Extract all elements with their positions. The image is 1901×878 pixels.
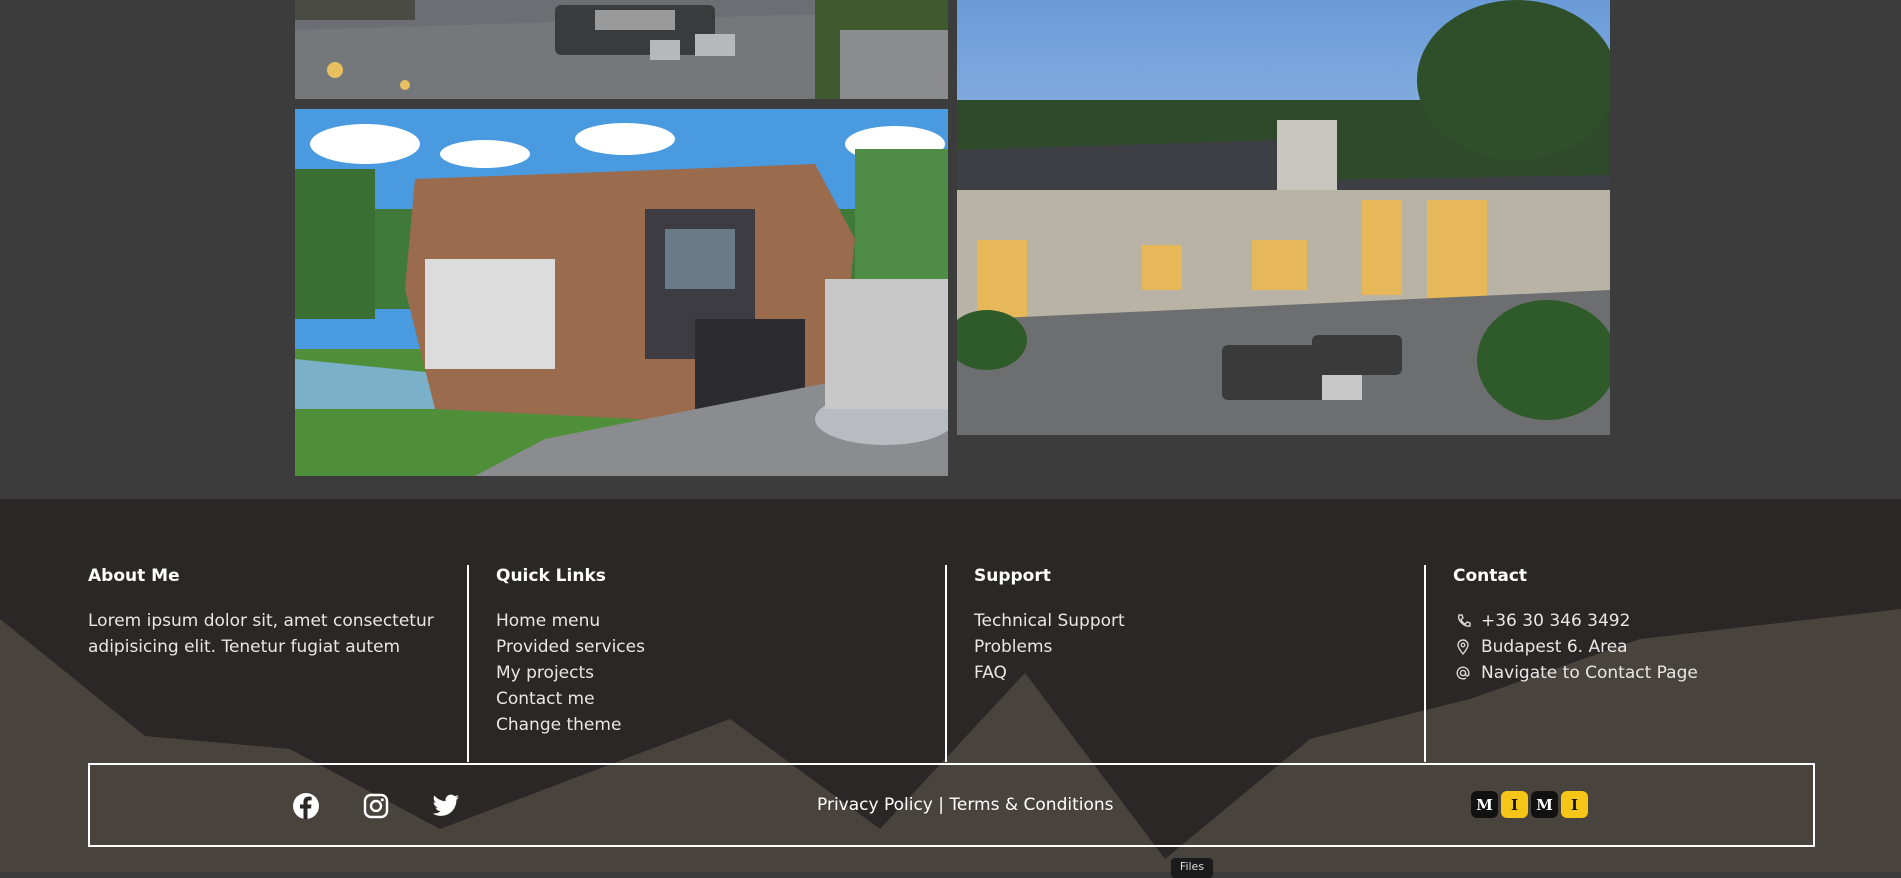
link-home-menu[interactable]: Home menu (496, 608, 645, 634)
link-problems[interactable]: Problems (974, 634, 1125, 660)
legal-separator: | (938, 795, 944, 815)
about-heading: About Me (88, 566, 180, 586)
project-photo-patio-top[interactable] (295, 0, 948, 99)
link-my-projects[interactable]: My projects (496, 660, 645, 686)
twitter-icon[interactable] (431, 791, 461, 821)
legal-links: Privacy Policy | Terms & Conditions (817, 795, 1114, 815)
footer-bottom-bar: Privacy Policy | Terms & Conditions M I … (88, 763, 1815, 847)
contact-heading: Contact (1453, 566, 1528, 586)
logo-tile: M (1531, 791, 1558, 818)
link-faq[interactable]: FAQ (974, 660, 1125, 686)
link-technical-support[interactable]: Technical Support (974, 608, 1125, 634)
about-text-line: Lorem ipsum dolor sit, amet consectetur (88, 611, 434, 631)
contact-address: Budapest 6. Area (1481, 637, 1628, 657)
contact-phone-row[interactable]: +36 30 346 3492 (1453, 608, 1698, 634)
logo-tile: I (1561, 791, 1588, 818)
files-tooltip: Files (1171, 858, 1213, 878)
footer-divider (467, 565, 469, 762)
support-heading: Support (974, 566, 1051, 586)
logo-tile: M (1471, 791, 1498, 818)
instagram-icon[interactable] (361, 791, 391, 821)
footer-divider (945, 565, 947, 762)
footer-divider (1424, 565, 1426, 762)
site-footer: About Me Lorem ipsum dolor sit, amet con… (0, 499, 1901, 872)
contact-navigate-row[interactable]: Navigate to Contact Page (1453, 660, 1698, 686)
project-photo-modern-house[interactable] (295, 109, 948, 476)
link-change-theme[interactable]: Change theme (496, 712, 645, 738)
project-gallery (0, 0, 1901, 499)
privacy-policy-link[interactable]: Privacy Policy (817, 795, 933, 815)
at-sign-icon (1453, 663, 1473, 683)
about-text-line: adipisicing elit. Tenetur fugiat autem (88, 637, 401, 657)
quick-links-heading: Quick Links (496, 566, 606, 586)
location-pin-icon (1453, 637, 1473, 657)
project-photo-backyard[interactable] (957, 0, 1610, 435)
link-navigate-contact-page[interactable]: Navigate to Contact Page (1481, 660, 1698, 686)
link-provided-services[interactable]: Provided services (496, 634, 645, 660)
logo-tile: I (1501, 791, 1528, 818)
mimi-logo[interactable]: M I M I (1471, 791, 1588, 818)
terms-conditions-link[interactable]: Terms & Conditions (949, 795, 1113, 815)
facebook-icon[interactable] (291, 791, 321, 821)
contact-address-row: Budapest 6. Area (1453, 634, 1698, 660)
link-contact-me[interactable]: Contact me (496, 686, 645, 712)
phone-icon (1453, 611, 1473, 631)
contact-phone[interactable]: +36 30 346 3492 (1481, 608, 1630, 634)
